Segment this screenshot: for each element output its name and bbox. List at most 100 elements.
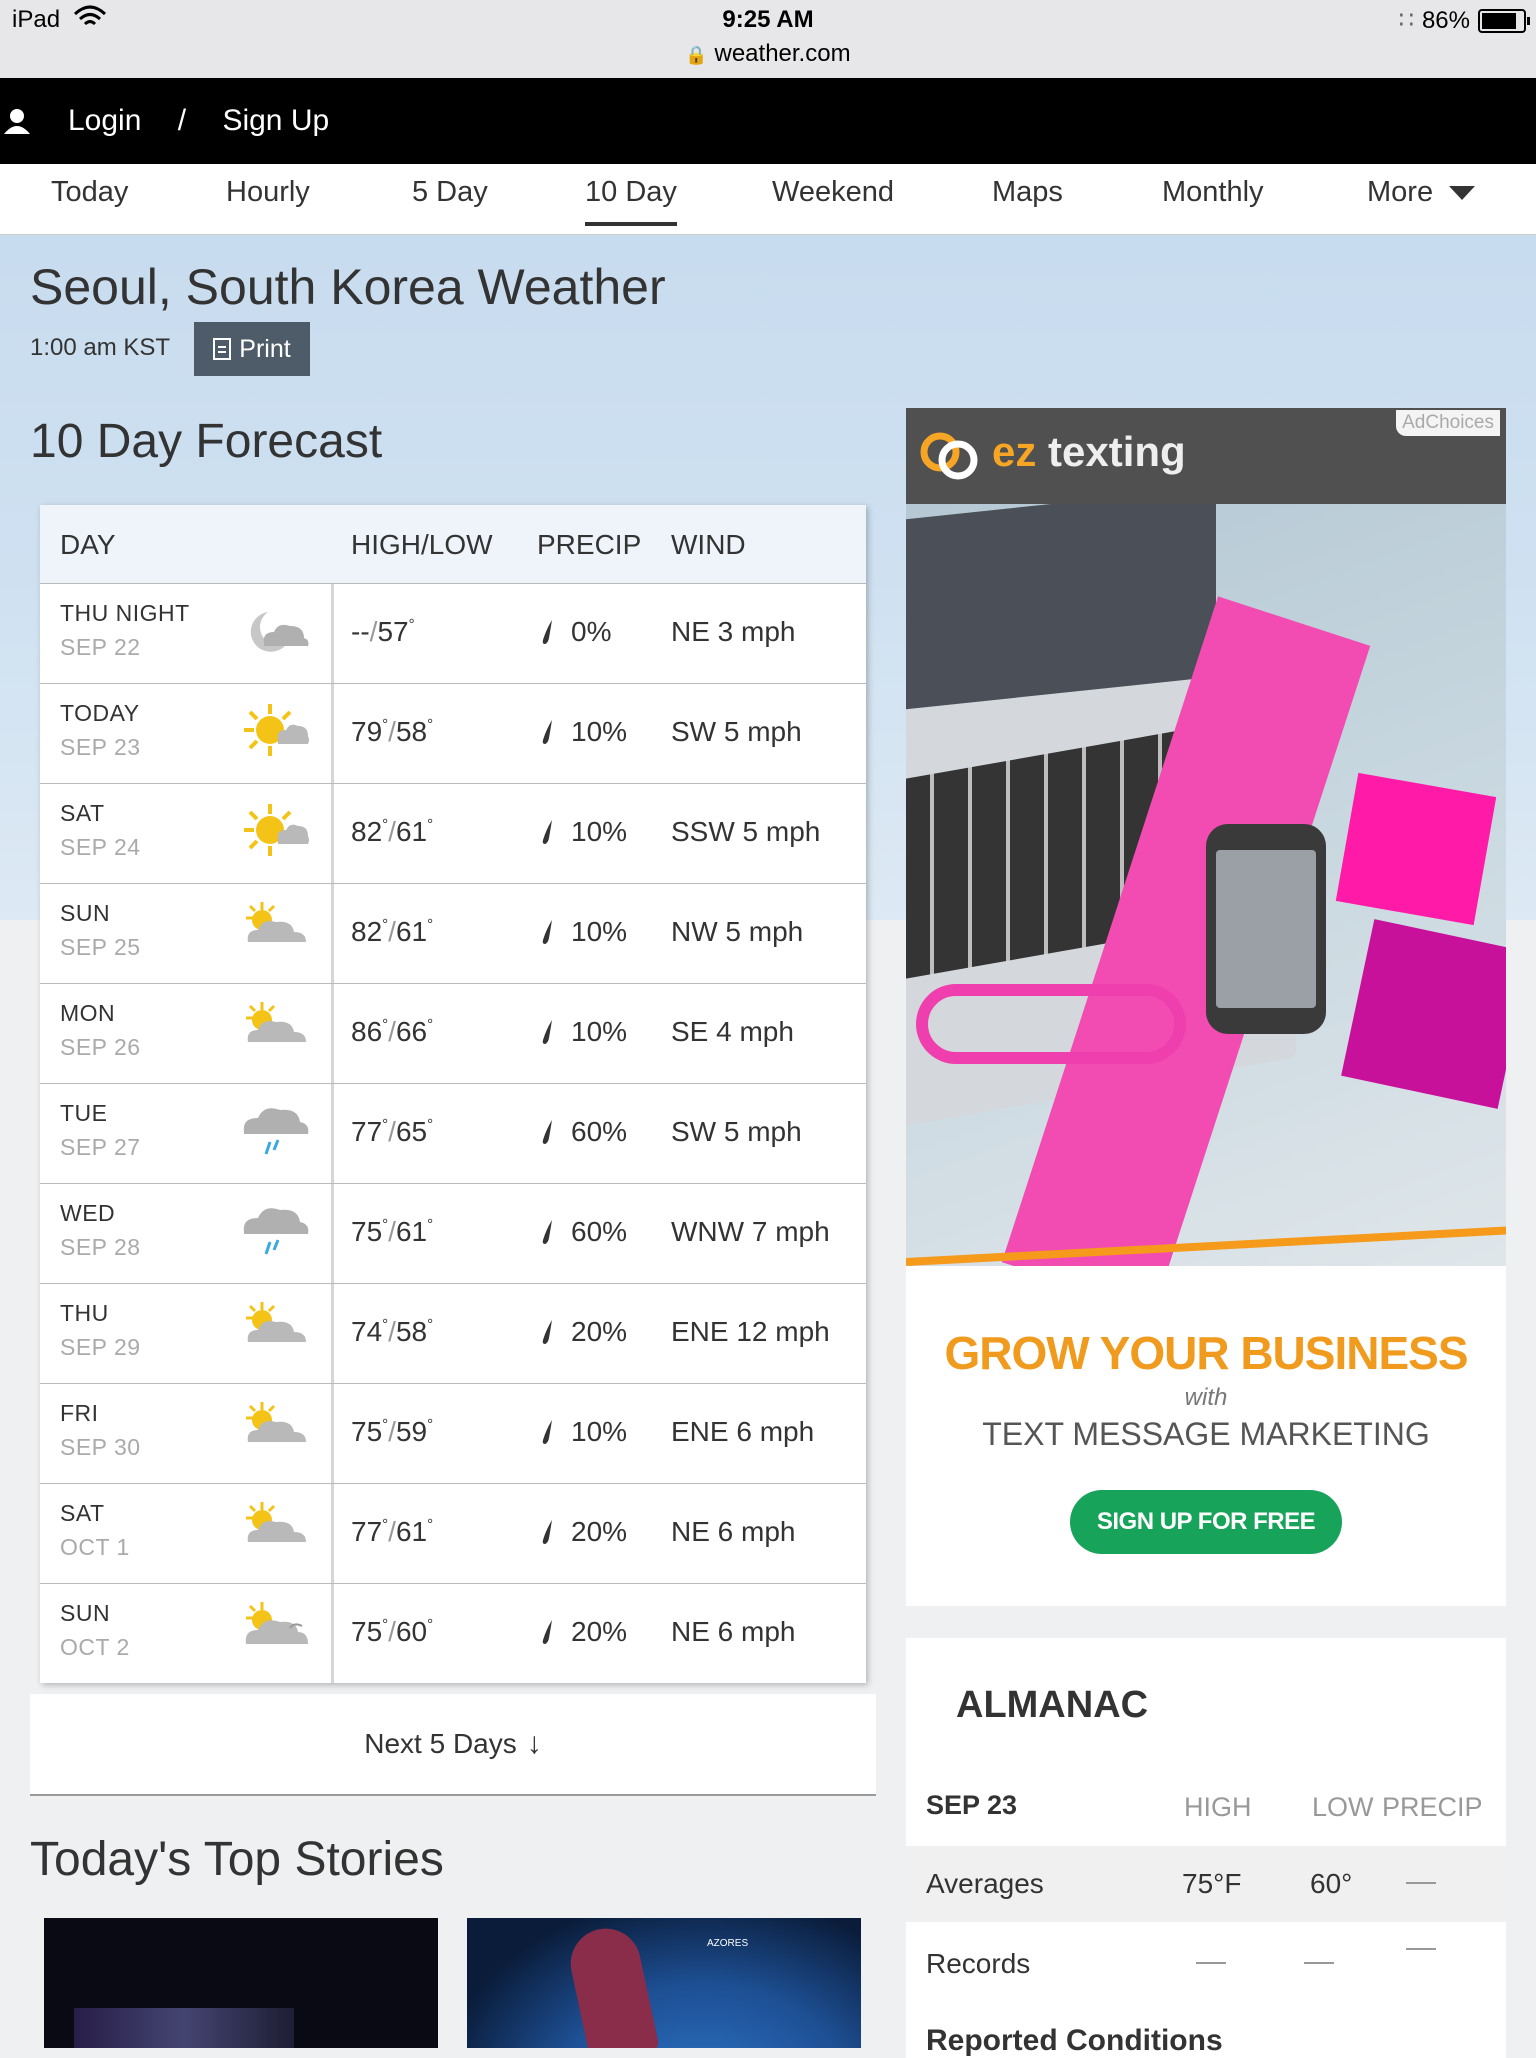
login-bar: Login / Sign Up (0, 78, 1536, 164)
tab-hourly[interactable]: Hourly (226, 176, 310, 222)
low-temp: 59 (395, 1416, 428, 1447)
day-date: SEP 29 (60, 1334, 141, 1360)
wind-value: NW 5 mph (671, 916, 804, 947)
day-cell: TODAY SEP 23 (40, 684, 334, 783)
forecast-row[interactable]: SUN OCT 2 75°/60° 20% NE 6 mph (40, 1584, 866, 1683)
story-thumbnail[interactable] (44, 1918, 438, 2048)
wind-value: NE 3 mph (671, 616, 796, 647)
precip-value: 20% (571, 1316, 628, 1347)
raindrop-icon (540, 718, 554, 746)
partly-cloudy-icon (240, 1498, 310, 1564)
tab-more[interactable]: More (1367, 176, 1476, 222)
day-date: SEP 30 (60, 1434, 141, 1460)
almanac-row-averages: Averages 75°F 60° (906, 1846, 1506, 1922)
ad-photo (906, 504, 1506, 1266)
averages-label: Averages (926, 1868, 1044, 1899)
day-name: THU (60, 1300, 109, 1326)
forecast-row[interactable]: SAT OCT 1 77°/61° 20% NE 6 mph (40, 1484, 866, 1584)
partly-cloudy-icon (240, 1398, 310, 1464)
tab-more-label: More (1367, 176, 1434, 208)
status-bar: iPad 9:25 AM 🔒 weather.com ∷ 86% (0, 0, 1536, 78)
tab-weekend[interactable]: Weekend (772, 176, 894, 222)
day-name: SUN (60, 1600, 111, 1626)
forecast-nav: Today Hourly 5 Day 10 Day Weekend Maps M… (0, 164, 1536, 235)
night-cloudy-icon (240, 598, 310, 664)
avg-low: 60° (1310, 1868, 1353, 1899)
map-label: AZORES (707, 1938, 749, 1949)
sun-cloud-icon (240, 698, 310, 764)
phone (1206, 824, 1326, 1034)
almanac-title: ALMANAC (956, 1684, 1149, 1726)
low-temp: 57 (377, 616, 409, 647)
records-label: Records (926, 1948, 1031, 1979)
day-cell: THU SEP 29 (40, 1284, 334, 1383)
story-thumbnail-map[interactable]: AZORES (467, 1918, 861, 2048)
precip-value: 10% (571, 816, 628, 847)
raindrop-icon (540, 1018, 554, 1046)
precip-value: 10% (571, 1016, 628, 1047)
raindrop-icon (540, 818, 554, 846)
forecast-row[interactable]: FRI SEP 30 75°/59° 10% ENE 6 mph (40, 1384, 866, 1484)
tab-today[interactable]: Today (51, 176, 128, 222)
forecast-table: DAY HIGH/LOW PRECIP WIND THU NIGHT SEP 22… (40, 505, 866, 1683)
high-low: 79°/58° (351, 716, 434, 747)
forecast-row[interactable]: SUN SEP 25 82°/61° 10% NW 5 mph (40, 884, 866, 984)
divider (906, 1225, 1506, 1266)
tab-10-day[interactable]: 10 Day (585, 176, 677, 226)
day-date: OCT 1 (60, 1534, 130, 1560)
day-date: SEP 28 (60, 1234, 141, 1260)
ad-signup-button[interactable]: SIGN UP FOR FREE (1070, 1490, 1342, 1554)
header-wind: WIND (671, 529, 746, 560)
high-low: 82°/61° (351, 916, 434, 947)
ez-texting-logo-icon (920, 432, 978, 480)
forecast-row[interactable]: MON SEP 26 86°/66° 10% SE 4 mph (40, 984, 866, 1084)
almanac-col-high: HIGH (1184, 1792, 1252, 1822)
tab-monthly[interactable]: Monthly (1162, 176, 1264, 222)
partly-cloudy-icon (240, 998, 310, 1064)
tab-5-day[interactable]: 5 Day (412, 176, 488, 222)
ad-banner[interactable]: ez texting AdChoices GROW YOUR BUSINESS … (906, 408, 1506, 1606)
wind-value: NE 6 mph (671, 1616, 796, 1647)
signup-link[interactable]: Sign Up (222, 104, 329, 137)
precip-value: 10% (571, 716, 628, 747)
raindrop-icon (540, 1118, 554, 1146)
forecast-row[interactable]: THU SEP 29 74°/58° 20% ENE 12 mph (40, 1284, 866, 1384)
forecast-row[interactable]: THU NIGHT SEP 22 --/57° 0% NE 3 mph (40, 584, 866, 684)
forecast-row[interactable]: WED SEP 28 75°/61° 60% WNW 7 mph (40, 1184, 866, 1284)
ad-subhead: TEXT MESSAGE MARKETING (982, 1416, 1430, 1452)
day-date: SEP 24 (60, 834, 141, 860)
clock: 9:25 AM (722, 6, 814, 33)
rain-icon (240, 1198, 310, 1264)
low-temp: 66 (395, 1016, 428, 1047)
raindrop-icon (540, 1618, 554, 1646)
ad-with: with (1184, 1384, 1228, 1411)
forecast-row[interactable]: TUE SEP 27 77°/65° 60% SW 5 mph (40, 1084, 866, 1184)
storm-track (564, 1922, 660, 2048)
almanac-date: SEP 23 (926, 1790, 1018, 1820)
high-temp: 77 (351, 1116, 383, 1147)
login-link[interactable]: Login (68, 104, 141, 137)
partly-cloudy-icon (240, 898, 310, 964)
print-button[interactable]: Print (194, 322, 310, 376)
tab-maps[interactable]: Maps (992, 176, 1063, 222)
precip-value: 10% (571, 1416, 628, 1447)
wind-value: SE 4 mph (671, 1016, 794, 1047)
wind-value: WNW 7 mph (671, 1216, 830, 1247)
forecast-row[interactable]: TODAY SEP 23 79°/58° 10% SW 5 mph (40, 684, 866, 784)
precip-value: 20% (571, 1516, 628, 1547)
user-icon[interactable] (4, 108, 30, 134)
high-temp: 79 (351, 716, 383, 747)
url-bar[interactable]: 🔒 weather.com (0, 40, 1536, 68)
low-temp: 61 (395, 1216, 428, 1247)
precip-value: 60% (571, 1216, 628, 1247)
next-5-days-button[interactable]: Next 5 Days ↓ (30, 1694, 876, 1796)
high-low: 75°/61° (351, 1216, 434, 1247)
day-date: SEP 22 (60, 634, 141, 660)
high-temp: 86 (351, 1016, 383, 1047)
header-day: DAY (60, 529, 116, 560)
precip-value: 60% (571, 1116, 628, 1147)
adchoices-link[interactable]: AdChoices (1396, 410, 1500, 436)
day-cell: FRI SEP 30 (40, 1384, 334, 1483)
day-cell: MON SEP 26 (40, 984, 334, 1083)
forecast-row[interactable]: SAT SEP 24 82°/61° 10% SSW 5 mph (40, 784, 866, 884)
